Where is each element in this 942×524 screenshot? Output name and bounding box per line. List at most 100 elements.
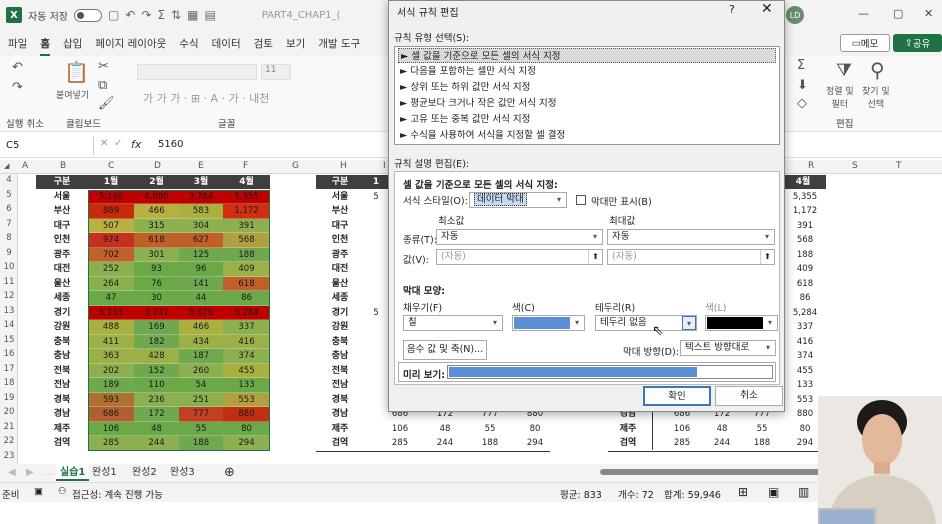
- data-cell[interactable]: 252: [88, 262, 134, 277]
- rule-type-item[interactable]: ► 상위 또는 하위 값만 서식 지정: [398, 80, 776, 95]
- row-header-11[interactable]: 11: [0, 277, 18, 287]
- data-cell[interactable]: 1,172: [223, 204, 270, 219]
- data-cell[interactable]: 285: [88, 436, 134, 451]
- data-cell[interactable]: 411: [88, 334, 134, 349]
- find-icon[interactable]: ⚲: [870, 58, 885, 82]
- region-cell[interactable]: 부산: [36, 204, 88, 219]
- tab-5[interactable]: 데이터: [212, 32, 241, 55]
- data-cell[interactable]: 434: [179, 334, 223, 349]
- far-right-cell[interactable]: 55: [742, 422, 782, 437]
- more-sheets-icon[interactable]: …: [44, 464, 54, 481]
- column-header-E[interactable]: E: [198, 161, 204, 171]
- data-cell[interactable]: 133: [223, 378, 270, 393]
- page-break-icon[interactable]: ▥: [798, 485, 809, 499]
- data-cell[interactable]: 583: [179, 204, 223, 219]
- tab-6[interactable]: 검토: [254, 32, 273, 55]
- far-right-cell[interactable]: 285: [662, 436, 702, 451]
- data-cell[interactable]: 702: [88, 247, 134, 262]
- row-header-9[interactable]: 9: [0, 248, 18, 258]
- region-cell[interactable]: 전남: [36, 378, 88, 393]
- right-region-cell[interactable]: 전남: [318, 378, 362, 393]
- right-region-cell[interactable]: 부산: [318, 204, 362, 219]
- far-right-cell[interactable]: 1,172: [782, 204, 828, 219]
- data-cell[interactable]: 5,160: [88, 189, 134, 204]
- data-cell[interactable]: 889: [88, 204, 134, 219]
- share-button[interactable]: ⇪ 공유: [893, 34, 942, 52]
- sheet-tab-1[interactable]: 완성1: [92, 464, 117, 481]
- data-cell[interactable]: 152: [134, 363, 179, 378]
- column-header-F[interactable]: F: [243, 161, 248, 171]
- data-cell[interactable]: 244: [134, 436, 179, 451]
- region-cell[interactable]: 경기: [36, 306, 88, 321]
- right-region-cell[interactable]: 세종: [318, 291, 362, 306]
- sheet-tab-0[interactable]: 실습1: [56, 464, 90, 481]
- row-header-5[interactable]: 5: [0, 190, 18, 200]
- cancel-button[interactable]: 취소: [715, 386, 783, 406]
- data-cell[interactable]: 488: [88, 320, 134, 335]
- undo-icon[interactable]: ↶: [12, 60, 23, 75]
- restore-icon[interactable]: ▢: [893, 7, 903, 20]
- right-region-cell[interactable]: 경기: [318, 306, 362, 321]
- row-header-19[interactable]: 19: [0, 393, 18, 403]
- right-data-cell[interactable]: 285: [378, 436, 422, 451]
- data-cell[interactable]: 880: [223, 407, 270, 422]
- find-select-label[interactable]: 찾기 및 선택: [862, 84, 890, 110]
- tab-2[interactable]: 삽입: [63, 32, 82, 55]
- data-cell[interactable]: 4,080: [134, 189, 179, 204]
- region-cell[interactable]: 경남: [36, 407, 88, 422]
- region-cell[interactable]: 대구: [36, 219, 88, 234]
- data-cell[interactable]: 627: [179, 233, 223, 248]
- close-icon[interactable]: ✕: [761, 1, 773, 17]
- data-cell[interactable]: 3,747: [134, 305, 179, 320]
- far-right-cell[interactable]: 409: [782, 262, 828, 277]
- region-cell[interactable]: 충남: [36, 349, 88, 364]
- column-header-C[interactable]: C: [108, 161, 114, 171]
- far-right-cell[interactable]: 374: [782, 349, 828, 364]
- row-header-23[interactable]: 23: [0, 451, 18, 461]
- data-cell[interactable]: 593: [88, 392, 134, 407]
- region-cell[interactable]: 검역: [36, 436, 88, 451]
- formula-value[interactable]: 5160: [158, 139, 183, 150]
- data-cell[interactable]: 466: [179, 320, 223, 335]
- page-layout-icon[interactable]: ▣: [768, 485, 779, 499]
- column-header-R[interactable]: R: [808, 161, 814, 171]
- autosave-toggle[interactable]: [73, 8, 102, 22]
- data-cell[interactable]: 618: [134, 233, 179, 248]
- far-right-cell[interactable]: 244: [702, 436, 742, 451]
- data-cell[interactable]: 5,355: [223, 189, 270, 204]
- value-min-input[interactable]: (자동) ⬆: [436, 249, 603, 265]
- table-icon[interactable]: ▤: [204, 8, 215, 22]
- far-right-cell[interactable]: 188: [782, 248, 828, 263]
- tab-3[interactable]: 페이지 레이아웃: [95, 32, 166, 55]
- right-data-cell[interactable]: 55: [468, 422, 512, 437]
- data-cell[interactable]: 264: [88, 276, 134, 291]
- right-data-cell[interactable]: 48: [423, 422, 467, 437]
- region-cell[interactable]: 인천: [36, 233, 88, 248]
- data-cell[interactable]: 47: [88, 291, 134, 306]
- rule-type-item[interactable]: ► 수식을 사용하여 서식을 지정할 셀 결정: [398, 128, 776, 143]
- right-region-cell[interactable]: 강원: [318, 320, 362, 335]
- far-right-cell[interactable]: 48: [702, 422, 742, 437]
- value-max-input[interactable]: (자동) ⬆: [607, 249, 775, 265]
- region-cell[interactable]: 대전: [36, 262, 88, 277]
- data-cell[interactable]: 507: [88, 218, 134, 233]
- data-cell[interactable]: 416: [223, 334, 270, 349]
- data-cell[interactable]: 260: [179, 363, 223, 378]
- clear-icon[interactable]: ◇: [797, 96, 807, 111]
- sort-filter-icon[interactable]: ⧩: [836, 60, 852, 81]
- border-color-picker[interactable]: ▾: [705, 315, 778, 331]
- sum-icon[interactable]: Σ: [157, 8, 165, 22]
- data-cell[interactable]: 3,784: [179, 189, 223, 204]
- autosum-icon[interactable]: Σ: [797, 58, 805, 73]
- region-cell[interactable]: 세종: [36, 291, 88, 306]
- fill-color-picker[interactable]: ▾: [512, 315, 585, 331]
- far-right-cell[interactable]: 188: [742, 436, 782, 451]
- range-select-icon[interactable]: ⬆: [588, 250, 602, 264]
- far-right-cell[interactable]: 416: [782, 335, 828, 350]
- font-size-select[interactable]: 11: [261, 64, 291, 80]
- font-name-select[interactable]: [137, 64, 257, 80]
- save-icon[interactable]: ▢: [108, 8, 119, 22]
- row-header-14[interactable]: 14: [0, 320, 18, 330]
- data-cell[interactable]: 30: [134, 291, 179, 306]
- right-region-cell[interactable]: 제주: [318, 422, 362, 437]
